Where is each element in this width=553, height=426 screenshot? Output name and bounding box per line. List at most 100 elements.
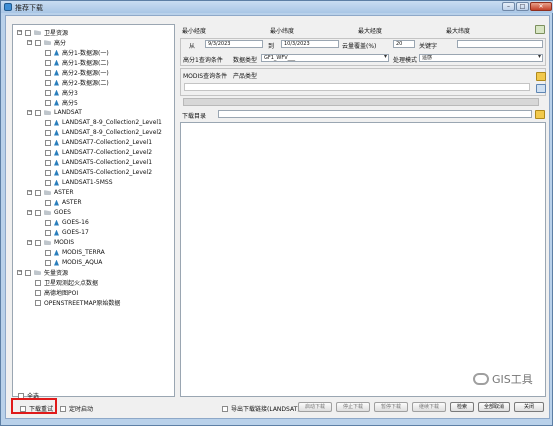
stop-download-button[interactable]: 停止下载 [336, 402, 370, 412]
tree-item[interactable]: LANDSAT7-Collection2_Level1 [37, 138, 152, 147]
map-extent-icon[interactable] [535, 25, 545, 34]
tree-item[interactable]: 高分1-数据源(二) [37, 58, 109, 67]
expander-icon[interactable]: − [27, 190, 32, 195]
pause-download-button[interactable]: 暂停下载 [374, 402, 408, 412]
expander-icon[interactable]: − [27, 40, 32, 45]
tree-item-checkbox[interactable] [45, 49, 51, 56]
tree-item-label: GOES-17 [62, 229, 89, 236]
tree-item[interactable]: 高分5 [37, 98, 78, 107]
timer-option[interactable]: 定时启动 [60, 404, 93, 413]
expander-icon[interactable]: − [17, 30, 22, 35]
tree-item[interactable]: − LANDSAT [27, 108, 82, 117]
expander-icon[interactable]: − [27, 110, 32, 115]
cloud-input[interactable]: 20 [393, 40, 415, 48]
tree-item[interactable]: − 卫星资源 [17, 28, 68, 37]
tree-item[interactable]: LANDSAT_8-9_Collection2_Level1 [37, 118, 162, 127]
tree-item-label: 高分1-数据源(二) [62, 60, 109, 67]
tree-item-checkbox[interactable] [45, 119, 51, 126]
tree-item[interactable]: − GOES [27, 208, 71, 217]
tree-item-checkbox[interactable] [35, 289, 41, 296]
tree-item[interactable]: − 高分 [27, 38, 66, 47]
tree-item-checkbox[interactable] [45, 149, 51, 156]
tree-item[interactable]: 卫星观测起火点数据 [27, 278, 98, 287]
close-button[interactable]: 关闭 [514, 402, 544, 412]
product-type-field[interactable] [184, 83, 530, 91]
tree-item[interactable]: LANDSAT5-Collection2_Level2 [37, 168, 152, 177]
cancel-all-button[interactable]: 全部取消 [478, 402, 510, 412]
tree-item[interactable]: GOES-17 [37, 228, 89, 237]
tree-item[interactable]: − MODIS [27, 238, 74, 247]
expander-icon[interactable]: − [17, 270, 22, 275]
tree-item-checkbox[interactable] [45, 89, 51, 96]
tree-item[interactable]: 高分1-数据源(一) [37, 48, 109, 57]
tree-item[interactable]: 高德地图POI [27, 288, 78, 297]
tree-item-checkbox[interactable] [45, 169, 51, 176]
tree-item[interactable]: GOES-16 [37, 218, 89, 227]
from-date-field[interactable]: 9/3/2023 [205, 40, 263, 48]
tree-item[interactable]: LANDSAT7-Collection2_Level2 [37, 148, 152, 157]
tree-item[interactable]: LANDSAT_8-9_Collection2_Level2 [37, 128, 162, 137]
download-dir-input[interactable] [218, 110, 532, 118]
tree-item-label: ASTER [62, 199, 82, 206]
tree-item[interactable]: − ASTER [27, 188, 74, 197]
tree-item[interactable]: OPENSTREETMAP原始数据 [27, 298, 120, 307]
tree-item-checkbox[interactable] [35, 189, 41, 196]
tree-item-checkbox[interactable] [35, 239, 41, 246]
export-links-checkbox[interactable] [222, 405, 228, 412]
folder-icon [44, 110, 51, 115]
tree-item-checkbox[interactable] [35, 279, 41, 286]
minimize-button[interactable]: – [502, 2, 515, 11]
resume-download-button[interactable]: 继续下载 [412, 402, 446, 412]
close-window-button[interactable]: ✕ [530, 2, 552, 11]
tree-item-checkbox[interactable] [45, 99, 51, 106]
tree-item-label: LANDSAT5-Collection2_Level1 [62, 159, 153, 166]
tree-item-checkbox[interactable] [45, 79, 51, 86]
export-links-option[interactable]: 导出下载链接(LANDSAT) [222, 404, 300, 413]
timer-checkbox[interactable] [60, 405, 66, 412]
folder-icon[interactable] [536, 72, 546, 81]
tree-item-checkbox[interactable] [45, 129, 51, 136]
tree-item[interactable]: 高分3 [37, 88, 78, 97]
tree-item[interactable]: 高分2-数据源(二) [37, 78, 109, 87]
expander-icon[interactable]: − [27, 210, 32, 215]
tree-item-checkbox[interactable] [45, 219, 51, 226]
tree-item[interactable]: ASTER [37, 198, 82, 207]
tree-item-checkbox[interactable] [45, 259, 51, 266]
tree-item-checkbox[interactable] [45, 199, 51, 206]
start-download-button[interactable]: 启动下载 [298, 402, 332, 412]
folder-icon [34, 270, 41, 275]
tree-item-checkbox[interactable] [35, 299, 41, 306]
expander-icon[interactable]: − [27, 240, 32, 245]
tree-item[interactable]: LANDSAT1-5MSS [37, 178, 113, 187]
tree-item-checkbox[interactable] [25, 29, 31, 36]
tree-item[interactable]: LANDSAT5-Collection2_Level1 [37, 158, 152, 167]
tree-item-checkbox[interactable] [35, 209, 41, 216]
tree-item-checkbox[interactable] [45, 179, 51, 186]
satellite-icon [54, 139, 59, 146]
tree-item-checkbox[interactable] [45, 59, 51, 66]
tree-item[interactable]: − 矢量资源 [17, 268, 68, 277]
tree-item-checkbox[interactable] [35, 109, 41, 116]
process-select[interactable]: 遥感 [419, 54, 543, 62]
tree-item-checkbox[interactable] [45, 69, 51, 76]
tree-item-checkbox[interactable] [45, 159, 51, 166]
data-type-select[interactable]: GF1_WFV___ [261, 54, 389, 62]
browse-folder-icon[interactable] [535, 110, 545, 119]
tree-item[interactable]: MODIS_TERRA [37, 248, 105, 257]
to-date-field[interactable]: 10/3/2023 [281, 40, 339, 48]
to-label: 到 [268, 43, 275, 50]
search-icon[interactable] [536, 84, 546, 93]
tree-item-checkbox[interactable] [45, 249, 51, 256]
tree-item[interactable]: MODIS_AQUA [37, 258, 102, 267]
tree-item-label: 卫星观测起火点数据 [44, 280, 99, 287]
tree-item-checkbox[interactable] [45, 229, 51, 236]
tree-item-checkbox[interactable] [25, 269, 31, 276]
tree-item-checkbox[interactable] [45, 139, 51, 146]
tree-item-label: LANDSAT7-Collection2_Level2 [62, 149, 153, 156]
keyword-input[interactable] [457, 40, 543, 48]
tree-item-checkbox[interactable] [35, 39, 41, 46]
tree-item[interactable]: 高分2-数据源(一) [37, 68, 109, 77]
search-button[interactable]: 检索 [450, 402, 474, 412]
app-icon [4, 3, 12, 11]
maximize-button[interactable]: □ [516, 2, 529, 11]
